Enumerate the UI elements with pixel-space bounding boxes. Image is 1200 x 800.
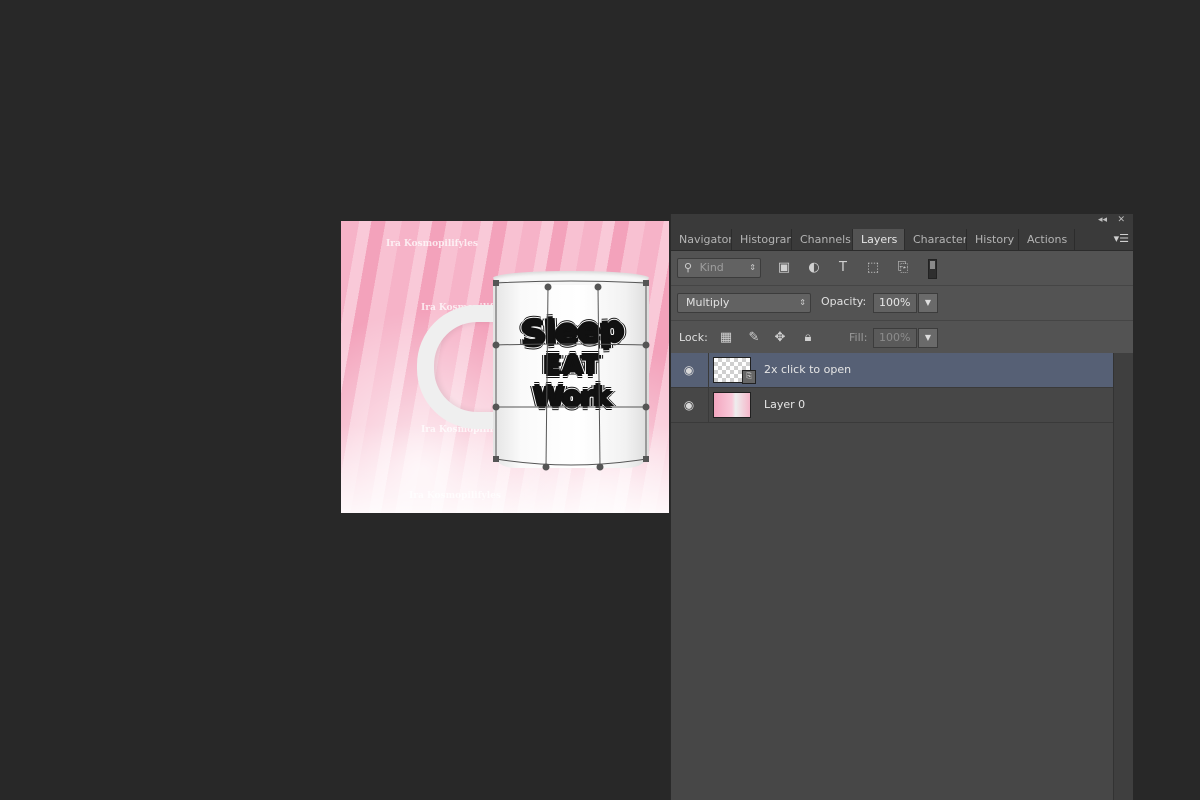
panel-header-strip: ◂◂ ✕ — [671, 214, 1133, 229]
tab-character[interactable]: Character — [905, 229, 967, 250]
fill-dropdown-button[interactable]: ▼ — [918, 328, 938, 348]
eye-icon[interactable]: ◉ — [681, 362, 697, 378]
warp-handle[interactable] — [544, 283, 552, 291]
opacity-dropdown-button[interactable]: ▼ — [918, 293, 938, 313]
layer-row[interactable]: ◉ ⎘ 2x click to open — [671, 353, 1114, 388]
pixel-layer-filter-icon[interactable]: ▣ — [775, 259, 793, 277]
warp-handle[interactable] — [596, 463, 604, 471]
chevron-updown-icon: ⇕ — [799, 298, 806, 307]
panel-tab-bar: Navigator Histogram Channels Layers Char… — [671, 229, 1133, 251]
filter-kind-label: Kind — [699, 261, 724, 274]
warp-handle[interactable] — [642, 341, 650, 349]
warp-mesh[interactable] — [341, 221, 669, 513]
tab-history[interactable]: History — [967, 229, 1019, 250]
opacity-label: Opacity: — [821, 295, 867, 308]
lock-transparent-pixels-icon[interactable]: ▦ — [717, 329, 735, 347]
blend-mode-value: Multiply — [686, 296, 730, 309]
divider — [708, 353, 709, 387]
warp-handle[interactable] — [542, 463, 550, 471]
lock-image-pixels-icon[interactable]: ✎ — [745, 329, 763, 347]
warp-handle[interactable] — [492, 341, 500, 349]
tab-navigator[interactable]: Navigator — [671, 229, 732, 250]
panel-menu-icon[interactable]: ▾☰ — [1114, 232, 1129, 245]
eye-icon[interactable]: ◉ — [681, 397, 697, 413]
warp-handle[interactable] — [594, 283, 602, 291]
filter-kind-select[interactable]: ⚲ Kind ⇕ — [677, 258, 761, 278]
warp-handle[interactable] — [642, 403, 650, 411]
fill-input[interactable]: 100% — [873, 328, 917, 348]
lock-all-icon[interactable]: 🔒︎ — [799, 329, 817, 347]
layer-name[interactable]: 2x click to open — [764, 363, 851, 376]
type-layer-filter-icon[interactable]: T — [834, 259, 852, 277]
tab-actions[interactable]: Actions — [1019, 229, 1075, 250]
layer-name[interactable]: Layer 0 — [764, 398, 805, 411]
layer-thumbnail — [713, 392, 751, 418]
smart-object-badge-icon: ⎘ — [742, 370, 756, 384]
lock-label: Lock: — [679, 331, 708, 344]
divider — [708, 388, 709, 422]
layers-scrollbar[interactable] — [1113, 353, 1133, 800]
close-icon[interactable]: ✕ — [1117, 215, 1125, 225]
layer-thumbnail: ⎘ — [713, 357, 756, 384]
adjustment-layer-filter-icon[interactable]: ◐ — [805, 259, 823, 277]
warp-handle[interactable] — [643, 280, 649, 286]
tab-layers[interactable]: Layers — [853, 229, 905, 250]
lock-position-icon[interactable]: ✥ — [771, 329, 789, 347]
layers-list: ◉ ⎘ 2x click to open ◉ Layer 0 — [671, 353, 1114, 800]
collapse-icon[interactable]: ◂◂ — [1098, 215, 1107, 225]
canvas-image[interactable]: Ira Kosmopilifyles Ira Kosmopilifyles Ir… — [341, 221, 669, 513]
tab-histogram[interactable]: Histogram — [732, 229, 792, 250]
blend-mode-select[interactable]: Multiply ⇕ — [677, 293, 811, 313]
blend-row: Multiply ⇕ Opacity: 100% ▼ — [671, 286, 1133, 321]
filter-row: ⚲ Kind ⇕ ▣ ◐ T ⬚ ⎘ — [671, 251, 1133, 286]
shape-layer-filter-icon[interactable]: ⬚ — [864, 259, 882, 277]
chevron-updown-icon: ⇕ — [749, 263, 756, 272]
warp-handle[interactable] — [493, 456, 499, 462]
warp-handle[interactable] — [643, 456, 649, 462]
fill-label: Fill: — [849, 331, 868, 344]
lock-row: Lock: ▦ ✎ ✥ 🔒︎ Fill: 100% ▼ — [671, 321, 1133, 356]
warp-handle[interactable] — [493, 280, 499, 286]
layers-panel: ◂◂ ✕ Navigator Histogram Channels Layers… — [670, 214, 1133, 800]
filter-toggle[interactable] — [928, 259, 937, 279]
smart-object-filter-icon[interactable]: ⎘ — [894, 259, 912, 277]
search-icon: ⚲ — [684, 261, 693, 274]
layer-row[interactable]: ◉ Layer 0 — [671, 388, 1114, 423]
opacity-input[interactable]: 100% — [873, 293, 917, 313]
tab-channels[interactable]: Channels — [792, 229, 853, 250]
warp-handle[interactable] — [492, 403, 500, 411]
